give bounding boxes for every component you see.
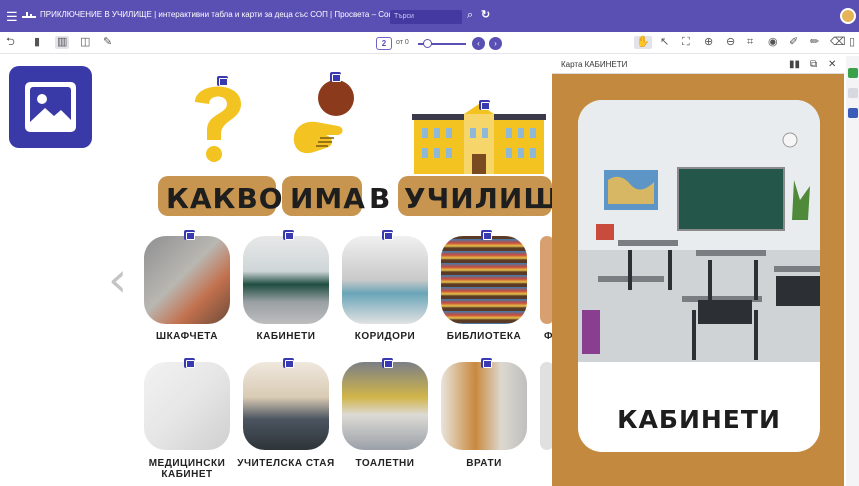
next-page-button[interactable]: › (489, 37, 502, 50)
tile-lockers[interactable] (144, 236, 230, 324)
tile-library[interactable] (441, 236, 527, 324)
popout-icon[interactable]: ⧉ (810, 58, 817, 71)
heading-word: КАКВО (166, 182, 284, 215)
pen-icon[interactable]: ✐ (789, 36, 798, 49)
trash-icon[interactable]: ▯ (849, 36, 855, 49)
fullscreen-icon[interactable]: ⛶ (682, 36, 690, 49)
share-green-icon[interactable] (848, 68, 858, 78)
tile-classrooms[interactable] (243, 236, 329, 324)
tile-doors[interactable] (441, 362, 527, 450)
image-marker-icon[interactable] (217, 76, 228, 86)
tile-label: КОРИДОРИ (354, 331, 416, 342)
tile-label: УЧИТЕЛСКА СТАЯ (237, 458, 335, 469)
school-building-icon (412, 104, 546, 174)
image-widget[interactable] (9, 66, 92, 148)
double-page-icon[interactable]: ▥ (55, 36, 70, 49)
tile-label: Ф (544, 331, 554, 342)
avatar[interactable] (840, 8, 856, 24)
tile-toilets[interactable] (342, 362, 428, 450)
columns-icon[interactable]: ▮▮ (789, 58, 800, 71)
image-marker-icon[interactable] (283, 358, 294, 368)
tile-corridors[interactable] (342, 236, 428, 324)
panel-title: Карта КАБИНЕТИ (561, 60, 628, 69)
page-total: от 0 (396, 39, 409, 46)
heading-word: В (369, 182, 392, 215)
publisher-logo-icon (22, 12, 36, 18)
tile-label: БИБЛИОТЕКА (446, 331, 522, 342)
audio-icon[interactable] (848, 88, 858, 98)
image-marker-icon[interactable] (382, 358, 393, 368)
tile-teachers-room[interactable] (243, 362, 329, 450)
heading-word: ИМА (290, 182, 366, 215)
image-marker-icon[interactable] (479, 100, 490, 110)
tile-label: ТОАЛЕТНИ (355, 458, 415, 469)
split-view-icon[interactable]: ◫ (80, 36, 90, 49)
image-marker-icon[interactable] (382, 230, 393, 240)
tile-medical-office[interactable] (144, 362, 230, 450)
tile-label: ВРАТИ (466, 458, 502, 469)
card-panel: Карта КАБИНЕТИ ▮▮ ⧉ ✕ КАБИНЕТИ (552, 56, 844, 486)
image-marker-icon[interactable] (184, 358, 195, 368)
crop-icon[interactable]: ⌗ (747, 36, 753, 49)
panel-header: Карта КАБИНЕТИ ▮▮ ⧉ ✕ (552, 56, 844, 74)
search-icon[interactable]: ⌕ (467, 9, 473, 22)
image-marker-icon[interactable] (283, 230, 294, 240)
image-marker-icon[interactable] (481, 230, 492, 240)
zoom-out-icon[interactable]: ⊖ (726, 36, 735, 49)
hand-with-ball-icon (293, 80, 354, 154)
classroom-photo (578, 100, 820, 362)
question-mark-icon (195, 86, 241, 162)
eraser-icon[interactable]: ⌫ (830, 36, 846, 49)
refresh-icon[interactable]: ↻ (481, 8, 490, 21)
card-label: КАБИНЕТИ (617, 405, 781, 434)
search-input[interactable]: Търси (390, 10, 462, 24)
undo-icon[interactable]: ⮌ (6, 36, 15, 49)
prev-arrow-icon[interactable]: ‹ (108, 250, 127, 310)
right-sidebar (846, 56, 859, 486)
app-title: ПРИКЛЮЧЕНИЕ В УЧИЛИЩЕ | интерактивни таб… (40, 10, 404, 19)
image-marker-icon[interactable] (184, 230, 195, 240)
page-slider-knob[interactable] (423, 39, 432, 48)
single-page-icon[interactable]: ▮ (34, 36, 40, 49)
flash-card[interactable]: КАБИНЕТИ (578, 100, 820, 452)
tile-label: КАБИНЕТИ (256, 331, 316, 342)
marker-icon[interactable]: ✏ (810, 36, 819, 49)
image-icon (25, 82, 76, 132)
menu-icon[interactable]: ☰ (6, 10, 18, 23)
hand-tool-icon[interactable]: ✋ (634, 36, 652, 49)
tile-label: ШКАФЧЕТА (156, 331, 218, 342)
pointer-icon[interactable]: ↖ (660, 36, 669, 49)
image-marker-icon[interactable] (330, 72, 341, 82)
zoom-in-icon[interactable]: ⊕ (704, 36, 713, 49)
eye-icon[interactable]: ◉ (768, 36, 778, 49)
image-marker-icon[interactable] (481, 358, 492, 368)
close-icon[interactable]: ✕ (828, 58, 836, 71)
top-bar: ☰ ПРИКЛЮЧЕНИЕ В УЧИЛИЩЕ | интерактивни т… (0, 0, 859, 32)
prev-page-button[interactable]: ‹ (472, 37, 485, 50)
tile-label: МЕДИЦИНСКИ КАБИНЕТ (148, 458, 226, 480)
facebook-icon[interactable] (848, 108, 858, 118)
edit-icon[interactable]: ✎ (103, 36, 112, 49)
page-number-input[interactable]: 2 (376, 37, 392, 50)
